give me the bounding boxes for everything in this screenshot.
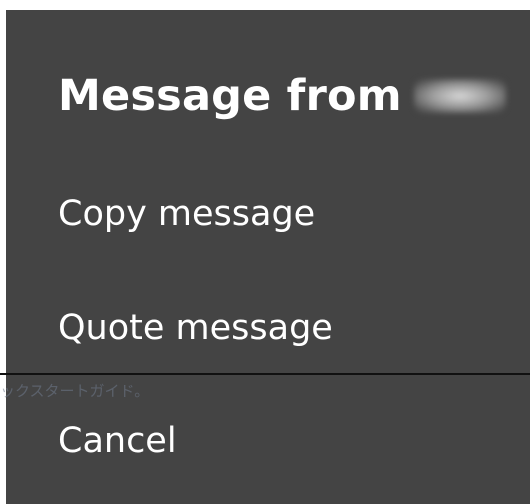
copy-message-menu-item[interactable]: Copy message: [58, 186, 315, 242]
quote-message-menu-item[interactable]: Quote message: [58, 300, 333, 356]
quote-message-label: Quote message: [58, 308, 333, 348]
screenshot-stage: Message from Copy message Quote message …: [0, 0, 530, 504]
copy-message-label: Copy message: [58, 194, 316, 234]
cancel-label: Cancel: [58, 421, 177, 461]
message-context-menu: Message from Copy message Quote message …: [6, 10, 530, 504]
redacted-sender-name: [413, 79, 506, 113]
menu-title: Message from: [58, 66, 506, 126]
menu-title-label: Message from: [58, 71, 402, 121]
cancel-menu-item[interactable]: Cancel: [58, 413, 177, 469]
faded-background-text: ックスタートガイド。: [0, 382, 150, 400]
divider-line: [0, 373, 530, 375]
